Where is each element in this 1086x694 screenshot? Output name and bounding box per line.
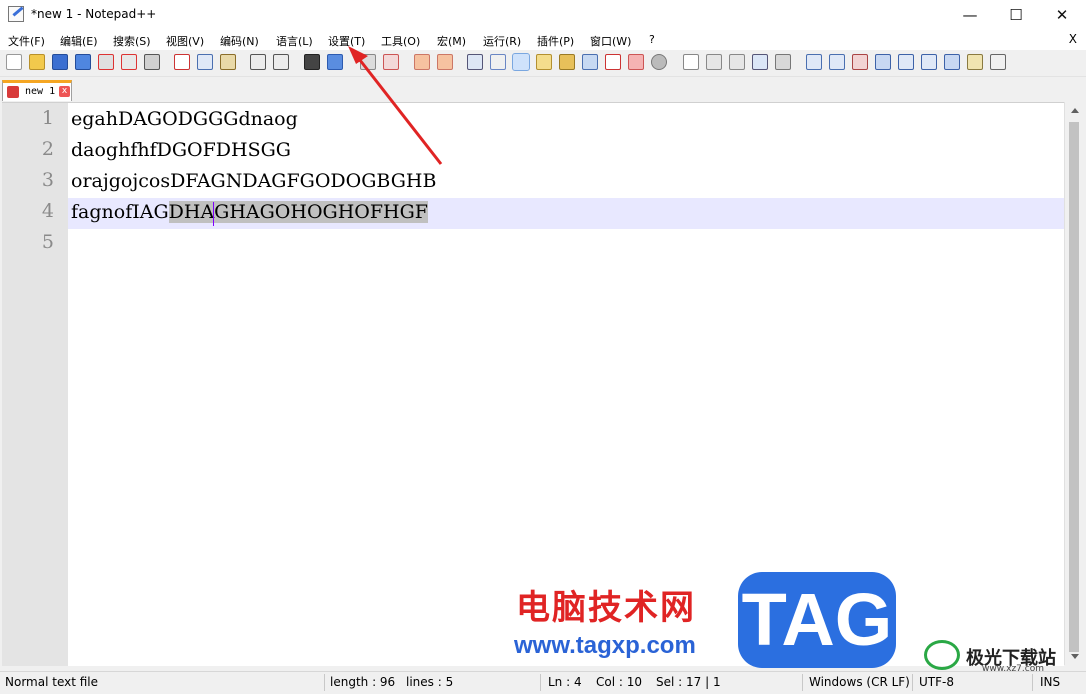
annotation-arrow-line xyxy=(354,54,443,165)
annotation-arrow-head xyxy=(348,46,368,64)
annotation-arrow xyxy=(348,46,443,165)
